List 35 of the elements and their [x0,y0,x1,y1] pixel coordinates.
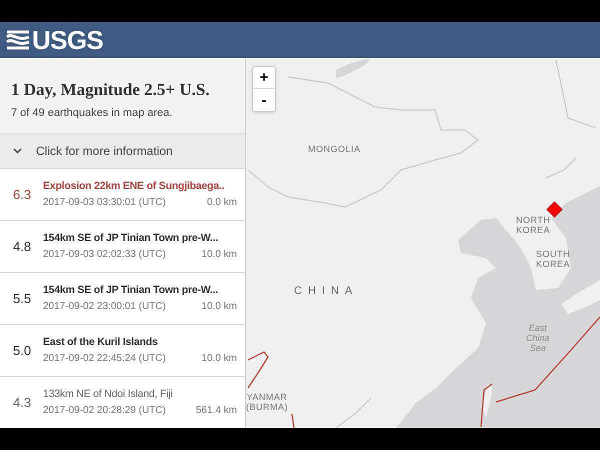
event-depth: 10.0 km [201,300,237,314]
magnitude-value: 4.8 [13,238,31,256]
event-time: 2017-09-02 20:28:29 (UTC) [43,404,166,418]
event-title: East of the Kuril Islands [43,335,159,349]
event-title: 154km SE of JP Tinian Town pre-W... [43,283,220,297]
zoom-in-button[interactable]: + [253,67,275,89]
event-title: 154km SE of JP Tinian Town pre-W... [43,231,220,245]
event-title: 133km NE of Ndoi Island, Fiji [43,387,174,401]
country-label: MONGOLIA [308,144,361,154]
panel-subtitle: 7 of 49 earthquakes in map area. [11,106,174,122]
event-time: 2017-09-03 03:30:01 (UTC) [43,196,166,210]
event-time: 2017-09-02 23:00:01 (UTC) [43,300,166,314]
event-depth: 10.0 km [201,352,237,366]
logo-waves-icon [6,29,30,51]
event-time: 2017-09-02 22:45:24 (UTC) [43,352,166,366]
more-info-label: Click for more information [36,142,173,160]
logo-text: USGS [32,27,104,53]
magnitude-value: 5.5 [13,290,31,308]
magnitude-value: 5.0 [13,342,31,360]
event-time: 2017-09-03 02:02:33 (UTC) [43,248,166,262]
magnitude-value: 6.3 [13,186,31,204]
country-label: NORTH KOREA [516,215,550,235]
event-depth: 561.4 km [196,404,237,418]
event-depth: 10.0 km [201,248,237,262]
sea-label: East China Sea [526,323,550,353]
zoom-out-button[interactable]: - [253,89,275,111]
country-label: SOUTH KOREA [536,249,570,269]
magnitude-value: 4.3 [13,394,31,412]
event-depth: 0.0 km [206,196,237,210]
event-title: Explosion 22km ENE of Sungjibaega.. [43,179,226,193]
panel-title: 1 Day, Magnitude 2.5+ U.S. [11,79,211,100]
fault-line [480,384,492,428]
more-info-row[interactable]: Click for more information [0,132,245,168]
country-label: YANMAR (BURMA) [246,392,288,412]
country-label: CHINA [294,286,358,296]
